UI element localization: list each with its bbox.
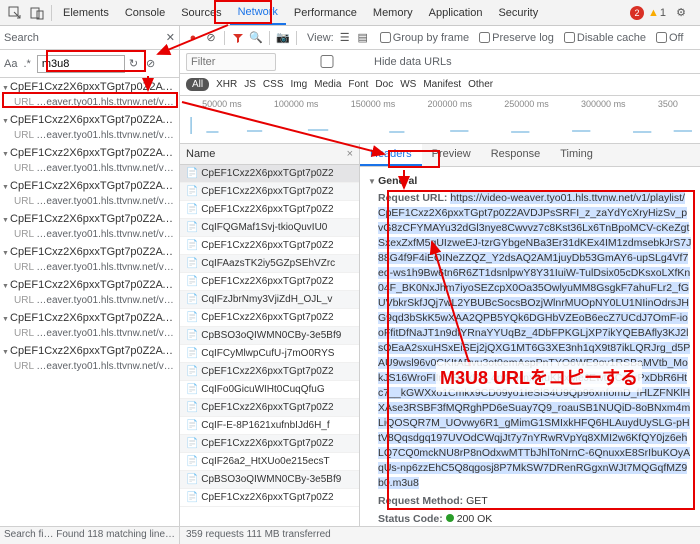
search-results-tree: CpEF1Cxz2X6pxxTGpt7p0Z2AVDJP…URL …eaver.… bbox=[0, 78, 179, 526]
request-row[interactable]: 📄 CpBSO3oQIWMN0CBy-3e5Bf9 bbox=[180, 327, 359, 345]
request-row[interactable]: 📄 CpEF1Cxz2X6pxxTGpt7p0Z2 bbox=[180, 183, 359, 201]
settings-icon[interactable]: ⚙ bbox=[673, 5, 689, 21]
refresh-icon[interactable]: ↻ bbox=[129, 57, 138, 70]
type-all[interactable]: All bbox=[186, 78, 209, 91]
hide-data-urls-checkbox[interactable]: Hide data URLs bbox=[282, 55, 452, 68]
footer-request-summary: 359 requests 111 MB transferred bbox=[180, 527, 700, 544]
request-row[interactable]: 📄 CpEF1Cxz2X6pxxTGpt7p0Z2 bbox=[180, 201, 359, 219]
preserve-log-checkbox[interactable]: Preserve log bbox=[479, 32, 554, 44]
request-row[interactable]: 📄 CqIFAazsTK2iy5GZpSEhVZrc bbox=[180, 255, 359, 273]
regex-icon[interactable]: .* bbox=[23, 58, 30, 70]
request-method-key: Request Method: bbox=[378, 495, 463, 507]
request-row[interactable]: 📄 CqIFzJbrNmy3VjiZdH_OJL_v bbox=[180, 291, 359, 309]
detail-tab-timing[interactable]: Timing bbox=[550, 144, 603, 166]
device-icon[interactable] bbox=[29, 5, 45, 21]
type-font[interactable]: Font bbox=[348, 79, 368, 90]
clear-network-icon[interactable]: ⊘ bbox=[204, 31, 218, 45]
search-result-file[interactable]: CpEF1Cxz2X6pxxTGpt7p0Z2AVDJP… bbox=[0, 78, 179, 96]
request-row[interactable]: 📄 CpEF1Cxz2X6pxxTGpt7p0Z2 bbox=[180, 399, 359, 417]
detail-close-icon[interactable]: × bbox=[347, 148, 353, 160]
errors-badge[interactable]: 2 bbox=[630, 6, 644, 20]
search-result-file[interactable]: CpEF1Cxz2X6pxxTGpt7p0Z2AVDJP… bbox=[0, 111, 179, 129]
search-result-url[interactable]: URL …eaver.tyo01.hls.ttvnw.net/v… bbox=[0, 294, 179, 309]
detail-tab-headers[interactable]: Headers bbox=[360, 144, 422, 166]
request-row[interactable]: 📄 CpEF1Cxz2X6pxxTGpt7p0Z2 bbox=[180, 237, 359, 255]
request-row[interactable]: 📄 CqIFo0GicuWIHt0CuqQfuG bbox=[180, 381, 359, 399]
type-css[interactable]: CSS bbox=[263, 79, 284, 90]
request-row[interactable]: 📄 CpEF1Cxz2X6pxxTGpt7p0Z2 bbox=[180, 165, 359, 183]
type-media[interactable]: Media bbox=[314, 79, 341, 90]
search-result-file[interactable]: CpEF1Cxz2X6pxxTGpt7p0Z2AVDJP… bbox=[0, 210, 179, 228]
tab-elements[interactable]: Elements bbox=[55, 2, 117, 24]
search-result-file[interactable]: CpEF1Cxz2X6pxxTGpt7p0Z2AVDJP… bbox=[0, 144, 179, 162]
search-result-url[interactable]: URL …eaver.tyo01.hls.ttvnw.net/v… bbox=[0, 96, 179, 111]
search-label: Search bbox=[4, 32, 39, 44]
search-input[interactable] bbox=[37, 55, 125, 73]
request-row[interactable]: 📄 CpEF1Cxz2X6pxxTGpt7p0Z2 bbox=[180, 489, 359, 507]
search-result-url[interactable]: URL …eaver.tyo01.hls.ttvnw.net/v… bbox=[0, 129, 179, 144]
tab-performance[interactable]: Performance bbox=[286, 2, 365, 24]
warnings-badge[interactable]: ▲1 bbox=[648, 7, 666, 19]
offline-checkbox[interactable]: Off bbox=[656, 32, 683, 44]
request-row[interactable]: 📄 CqIF26a2_HtXUo0e215ecsT bbox=[180, 453, 359, 471]
search-result-url[interactable]: URL …eaver.tyo01.hls.ttvnw.net/v… bbox=[0, 228, 179, 243]
filter-input[interactable] bbox=[186, 53, 276, 71]
search-result-url[interactable]: URL …eaver.tyo01.hls.ttvnw.net/v… bbox=[0, 162, 179, 177]
general-section[interactable]: General bbox=[368, 175, 692, 187]
large-view-icon[interactable]: ▤ bbox=[356, 31, 370, 45]
search-result-url[interactable]: URL …eaver.tyo01.hls.ttvnw.net/v… bbox=[0, 327, 179, 342]
search-result-url[interactable]: URL …eaver.tyo01.hls.ttvnw.net/v… bbox=[0, 261, 179, 276]
tab-security[interactable]: Security bbox=[490, 2, 546, 24]
search-result-url[interactable]: URL …eaver.tyo01.hls.ttvnw.net/v… bbox=[0, 195, 179, 210]
match-case-icon[interactable]: Aa bbox=[4, 58, 17, 70]
timeline-overview[interactable]: 50000 ms 100000 ms 150000 ms 200000 ms 2… bbox=[180, 96, 700, 144]
view-label: View: bbox=[307, 32, 334, 44]
search-result-file[interactable]: CpEF1Cxz2X6pxxTGpt7p0Z2AVDJP… bbox=[0, 342, 179, 360]
type-js[interactable]: JS bbox=[244, 79, 256, 90]
type-other[interactable]: Other bbox=[468, 79, 493, 90]
tab-application[interactable]: Application bbox=[421, 2, 491, 24]
detail-tab-preview[interactable]: Preview bbox=[422, 144, 481, 166]
request-row[interactable]: 📄 CqIFCyMlwpCufU-j7mO0RYS bbox=[180, 345, 359, 363]
record-icon[interactable]: ● bbox=[186, 31, 200, 45]
footer-search-status: Search fi… Found 118 matching line… bbox=[0, 527, 180, 544]
disable-cache-checkbox[interactable]: Disable cache bbox=[564, 32, 646, 44]
detail-tab-response[interactable]: Response bbox=[481, 144, 551, 166]
type-manifest[interactable]: Manifest bbox=[423, 79, 461, 90]
filter-icon[interactable] bbox=[231, 31, 245, 45]
search-result-file[interactable]: CpEF1Cxz2X6pxxTGpt7p0Z2AVDJP… bbox=[0, 177, 179, 195]
name-column-header[interactable]: Name× bbox=[180, 144, 359, 165]
tab-network[interactable]: Network bbox=[230, 1, 286, 25]
request-row[interactable]: 📄 CpBSO3oQIWMN0CBy-3e5Bf9 bbox=[180, 471, 359, 489]
tab-sources[interactable]: Sources bbox=[173, 2, 229, 24]
request-row[interactable]: 📄 CpEF1Cxz2X6pxxTGpt7p0Z2 bbox=[180, 363, 359, 381]
screenshot-icon[interactable]: 📷 bbox=[276, 31, 290, 45]
tab-memory[interactable]: Memory bbox=[365, 2, 421, 24]
request-row[interactable]: 📄 CpEF1Cxz2X6pxxTGpt7p0Z2 bbox=[180, 309, 359, 327]
search-close-icon[interactable]: ✕ bbox=[166, 31, 175, 44]
status-code-value: 200 OK bbox=[457, 513, 493, 525]
request-row[interactable]: 📄 CqIF-E-8P1621xufnbIJd6H_f bbox=[180, 417, 359, 435]
search-result-file[interactable]: CpEF1Cxz2X6pxxTGpt7p0Z2AVDJP… bbox=[0, 276, 179, 294]
search-icon[interactable]: 🔍 bbox=[249, 31, 263, 45]
request-row[interactable]: 📄 CqIFQGMaf1Svj-tkioQuvIU0 bbox=[180, 219, 359, 237]
request-method-value: GET bbox=[466, 495, 488, 507]
group-by-frame-checkbox[interactable]: Group by frame bbox=[380, 32, 469, 44]
list-view-icon[interactable]: ☰ bbox=[338, 31, 352, 45]
status-code-key: Status Code: bbox=[378, 513, 443, 525]
tab-console[interactable]: Console bbox=[117, 2, 173, 24]
type-ws[interactable]: WS bbox=[400, 79, 416, 90]
request-url-key: Request URL: bbox=[378, 192, 447, 204]
type-doc[interactable]: Doc bbox=[375, 79, 393, 90]
search-result-url[interactable]: URL …eaver.tyo01.hls.ttvnw.net/v… bbox=[0, 360, 179, 375]
inspect-icon[interactable] bbox=[7, 5, 23, 21]
request-row[interactable]: 📄 CpEF1Cxz2X6pxxTGpt7p0Z2 bbox=[180, 435, 359, 453]
request-url-value[interactable]: https://video-weaver.tyo01.hls.ttvnw.net… bbox=[378, 192, 691, 489]
type-xhr[interactable]: XHR bbox=[216, 79, 237, 90]
search-result-file[interactable]: CpEF1Cxz2X6pxxTGpt7p0Z2AVDJP… bbox=[0, 243, 179, 261]
type-img[interactable]: Img bbox=[290, 79, 307, 90]
request-row[interactable]: 📄 CpEF1Cxz2X6pxxTGpt7p0Z2 bbox=[180, 273, 359, 291]
clear-icon[interactable]: ⊘ bbox=[146, 57, 155, 70]
search-result-file[interactable]: CpEF1Cxz2X6pxxTGpt7p0Z2AVDJP… bbox=[0, 309, 179, 327]
